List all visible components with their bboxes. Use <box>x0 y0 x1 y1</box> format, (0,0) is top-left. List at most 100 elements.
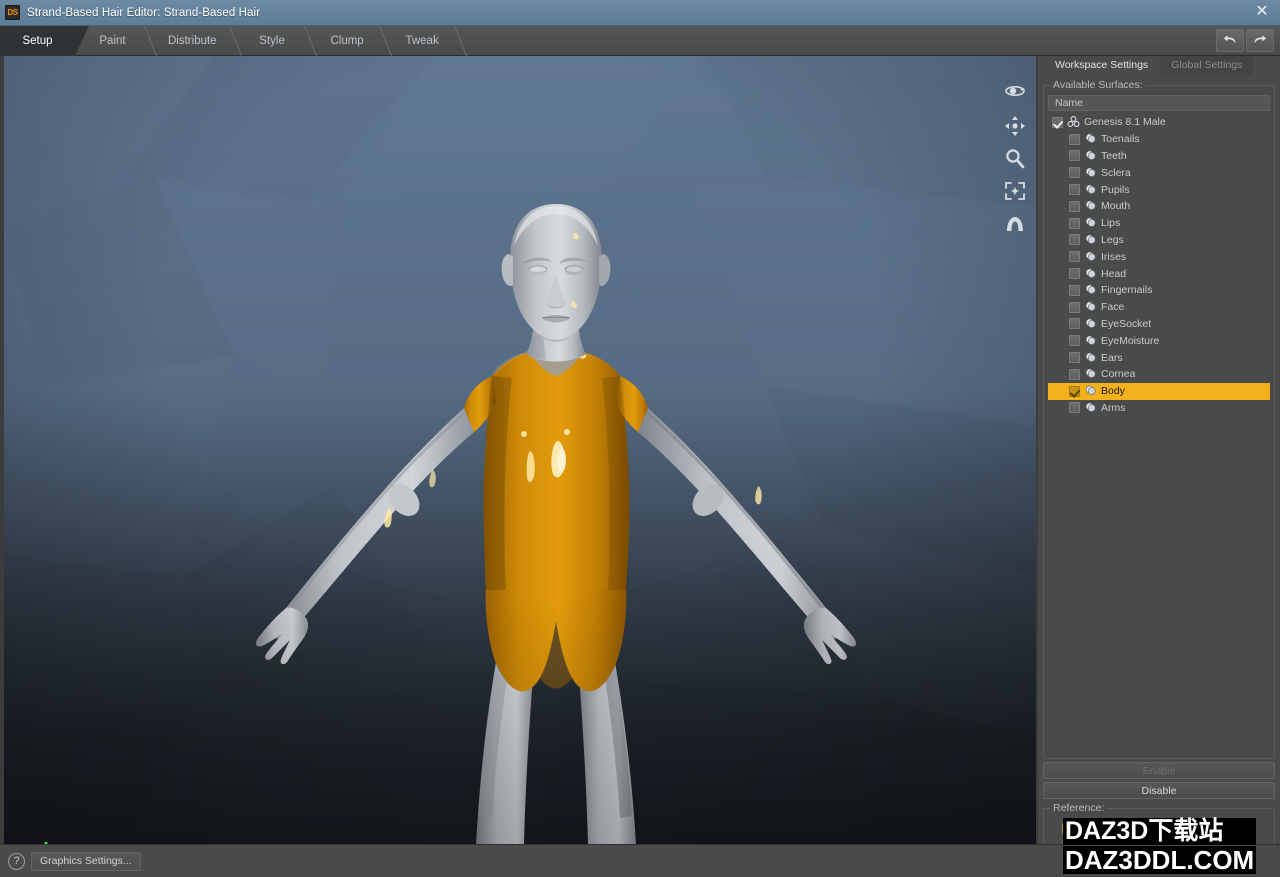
orbit-icon[interactable] <box>1004 82 1026 104</box>
tab-separator <box>441 26 467 56</box>
table-row[interactable]: Mouth <box>1048 198 1270 215</box>
surface-checkbox[interactable] <box>1069 251 1080 262</box>
surface-list[interactable]: Genesis 8.1 Male Toenails Teeth ScleraPupil… <box>1048 114 1270 750</box>
surface-checkbox[interactable] <box>1069 369 1080 380</box>
surface-icon <box>1084 352 1097 364</box>
frame-icon[interactable] <box>1004 181 1026 203</box>
surface-checkbox[interactable] <box>1069 402 1080 413</box>
viewport-canvas <box>4 56 1036 844</box>
surface-icon <box>1084 385 1097 397</box>
surface-label: Irises <box>1101 251 1126 263</box>
surface-icon <box>1084 217 1097 229</box>
pan-icon[interactable] <box>1004 115 1026 137</box>
table-row[interactable]: Fingernails <box>1048 282 1270 299</box>
disable-button[interactable]: Disable <box>1043 782 1275 799</box>
surface-label: Genesis 8.1 Male <box>1084 116 1166 128</box>
surface-checkbox[interactable] <box>1069 285 1080 296</box>
surface-checkbox[interactable] <box>1069 234 1080 245</box>
table-row[interactable]: Lips <box>1048 215 1270 232</box>
surface-label: EyeSocket <box>1101 318 1151 330</box>
table-row[interactable]: Face <box>1048 299 1270 316</box>
surface-checkbox[interactable] <box>1069 184 1080 195</box>
table-row[interactable]: Toenails <box>1048 131 1270 148</box>
surface-checkbox[interactable] <box>1069 335 1080 346</box>
surface-checkbox[interactable] <box>1069 268 1080 279</box>
name-column-header[interactable]: Name <box>1048 95 1270 111</box>
tab-label: Clump <box>330 35 363 47</box>
tab-style[interactable]: Style <box>235 26 310 56</box>
table-row[interactable]: Irises <box>1048 248 1270 265</box>
panel-tab-global-settings[interactable]: Global Settings <box>1160 56 1253 75</box>
surface-icon <box>1084 167 1097 179</box>
surface-checkbox[interactable] <box>1069 386 1080 397</box>
surface-icon <box>1084 368 1097 380</box>
surface-checkbox[interactable] <box>1069 302 1080 313</box>
tab-label: Tweak <box>405 35 438 47</box>
surface-checkbox[interactable] <box>1069 218 1080 229</box>
table-row[interactable]: Body <box>1048 383 1270 400</box>
table-row[interactable]: Legs <box>1048 232 1270 249</box>
table-row[interactable]: Sclera <box>1048 164 1270 181</box>
surface-icon <box>1084 234 1097 246</box>
table-row[interactable]: Ears <box>1048 349 1270 366</box>
surface-label: Legs <box>1101 234 1124 246</box>
surface-label: EyeMoisture <box>1101 335 1159 347</box>
surface-icon <box>1084 318 1097 330</box>
available-surfaces-group: Available Surfaces: Name Genesis 8.1 Mal… <box>1043 85 1275 759</box>
surface-checkbox[interactable] <box>1069 352 1080 363</box>
table-row[interactable]: EyeSocket <box>1048 316 1270 333</box>
surface-label: Fingernails <box>1101 284 1152 296</box>
graphics-settings-button[interactable]: Graphics Settings... <box>31 852 141 871</box>
home-icon[interactable] <box>1004 214 1026 236</box>
surface-checkbox[interactable] <box>1052 117 1063 128</box>
tab-tweak[interactable]: Tweak <box>385 26 460 56</box>
panel-tabs: Workspace SettingsGlobal Settings <box>1038 56 1280 75</box>
table-row[interactable]: EyeMoisture <box>1048 332 1270 349</box>
surface-label: Head <box>1101 268 1126 280</box>
tab-distribute[interactable]: Distribute <box>150 26 235 56</box>
tab-clump[interactable]: Clump <box>310 26 385 56</box>
surface-checkbox[interactable] <box>1069 134 1080 145</box>
surface-icon <box>1084 402 1097 414</box>
surface-label: Toenails <box>1101 133 1140 145</box>
tab-paint[interactable]: Paint <box>75 26 150 56</box>
title-bar: DS Strand-Based Hair Editor: Strand-Base… <box>0 0 1280 26</box>
watermark-line-1: DAZ3D下载站 <box>1063 818 1256 845</box>
surface-icon <box>1084 301 1097 313</box>
surface-label: Teeth <box>1101 150 1127 162</box>
editor-tabs: Setup Paint DistributeStyle Clump Tweak <box>0 26 460 56</box>
table-row[interactable]: Pupils <box>1048 181 1270 198</box>
tab-label: Setup <box>22 35 52 47</box>
surface-checkbox[interactable] <box>1069 318 1080 329</box>
surface-icon <box>1084 184 1097 196</box>
tab-setup[interactable]: Setup <box>0 26 75 56</box>
table-row[interactable]: Teeth <box>1048 148 1270 165</box>
watermark: DAZ3D下载站 DAZ3DDL.COM <box>1063 818 1256 874</box>
table-row[interactable]: Head <box>1048 265 1270 282</box>
viewport-3d[interactable] <box>4 56 1036 844</box>
available-surfaces-label: Available Surfaces: <box>1050 79 1146 91</box>
zoom-icon[interactable] <box>1004 148 1026 170</box>
undo-button[interactable] <box>1216 29 1244 52</box>
help-icon[interactable]: ? <box>8 853 25 870</box>
table-row[interactable]: Arms <box>1048 400 1270 417</box>
tab-label: Paint <box>99 35 125 47</box>
settings-panel: Workspace SettingsGlobal Settings Availa… <box>1038 56 1280 844</box>
surface-checkbox[interactable] <box>1069 150 1080 161</box>
table-row[interactable]: Genesis 8.1 Male <box>1048 114 1270 131</box>
surface-checkbox[interactable] <box>1069 167 1080 178</box>
table-row[interactable]: Cornea <box>1048 366 1270 383</box>
toolbar-buttons <box>1216 29 1274 52</box>
window-title: Strand-Based Hair Editor: Strand-Based H… <box>27 7 260 19</box>
redo-icon <box>1252 34 1268 48</box>
close-icon[interactable]: ✕ <box>1252 4 1272 22</box>
surface-checkbox[interactable] <box>1069 201 1080 212</box>
figure-icon <box>1067 116 1080 128</box>
enable-button[interactable]: Enable <box>1043 762 1275 779</box>
panel-tab-workspace-settings[interactable]: Workspace Settings <box>1044 56 1159 75</box>
undo-icon <box>1222 34 1238 48</box>
surface-label: Cornea <box>1101 368 1135 380</box>
surface-icon <box>1084 335 1097 347</box>
viewport-nav-toolbar <box>1002 82 1028 236</box>
redo-button[interactable] <box>1246 29 1274 52</box>
